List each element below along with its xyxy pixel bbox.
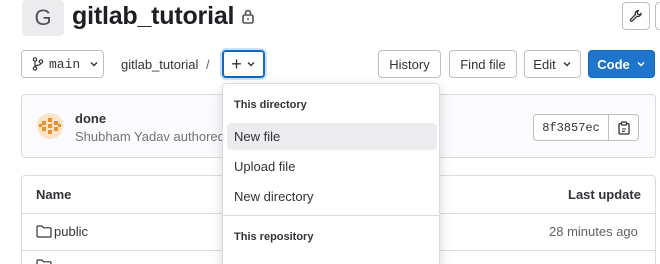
menu-item-new-directory[interactable]: New directory [227, 183, 437, 210]
table-row-updated: 28 minutes ago [549, 224, 638, 239]
history-button[interactable]: History [378, 50, 441, 78]
chevron-down-icon [563, 62, 571, 67]
commit-title[interactable]: done [75, 111, 106, 126]
dropdown-section-header: This repository [234, 231, 314, 243]
code-label: Code [597, 56, 630, 72]
folder-icon [36, 259, 52, 264]
settings-button[interactable] [622, 2, 650, 30]
table-row-name[interactable]: public [54, 224, 88, 239]
chevron-down-icon [247, 62, 255, 67]
branch-icon [32, 57, 44, 71]
branch-name: main [49, 56, 81, 72]
add-dropdown-menu: This directory New file Upload file New … [222, 83, 440, 264]
find-file-button[interactable]: Find file [449, 50, 517, 78]
project-avatar: G [22, 0, 64, 36]
add-dropdown-button[interactable]: + [222, 50, 265, 78]
edit-button[interactable]: Edit [524, 50, 581, 78]
commit-sha[interactable]: 8f3857ec [533, 114, 609, 141]
project-title: gitlab_tutorial [72, 2, 235, 30]
plus-icon: + [231, 54, 242, 74]
copy-sha-button[interactable] [608, 114, 639, 141]
wrench-icon [629, 9, 642, 22]
column-header-name: Name [36, 187, 72, 202]
folder-icon [36, 225, 52, 238]
author-avatar [37, 113, 63, 139]
commit-author: Shubham Yadav authored [75, 129, 225, 144]
chevron-down-icon [637, 61, 645, 67]
edit-label: Edit [533, 56, 556, 72]
menu-item-new-file[interactable]: New file [227, 123, 437, 150]
branch-selector[interactable]: main [21, 50, 104, 78]
chevron-down-icon [90, 62, 98, 67]
menu-item-upload-file[interactable]: Upload file [227, 153, 437, 180]
lock-icon [242, 9, 254, 24]
more-button[interactable] [655, 2, 660, 30]
breadcrumb-separator: / [206, 57, 210, 72]
code-button[interactable]: Code [588, 50, 655, 78]
dropdown-divider [223, 215, 439, 216]
breadcrumb[interactable]: gitlab_tutorial [121, 57, 198, 72]
copy-icon [617, 120, 630, 135]
column-header-last-update: Last update [568, 187, 641, 202]
dropdown-section-header: This directory [234, 99, 307, 111]
